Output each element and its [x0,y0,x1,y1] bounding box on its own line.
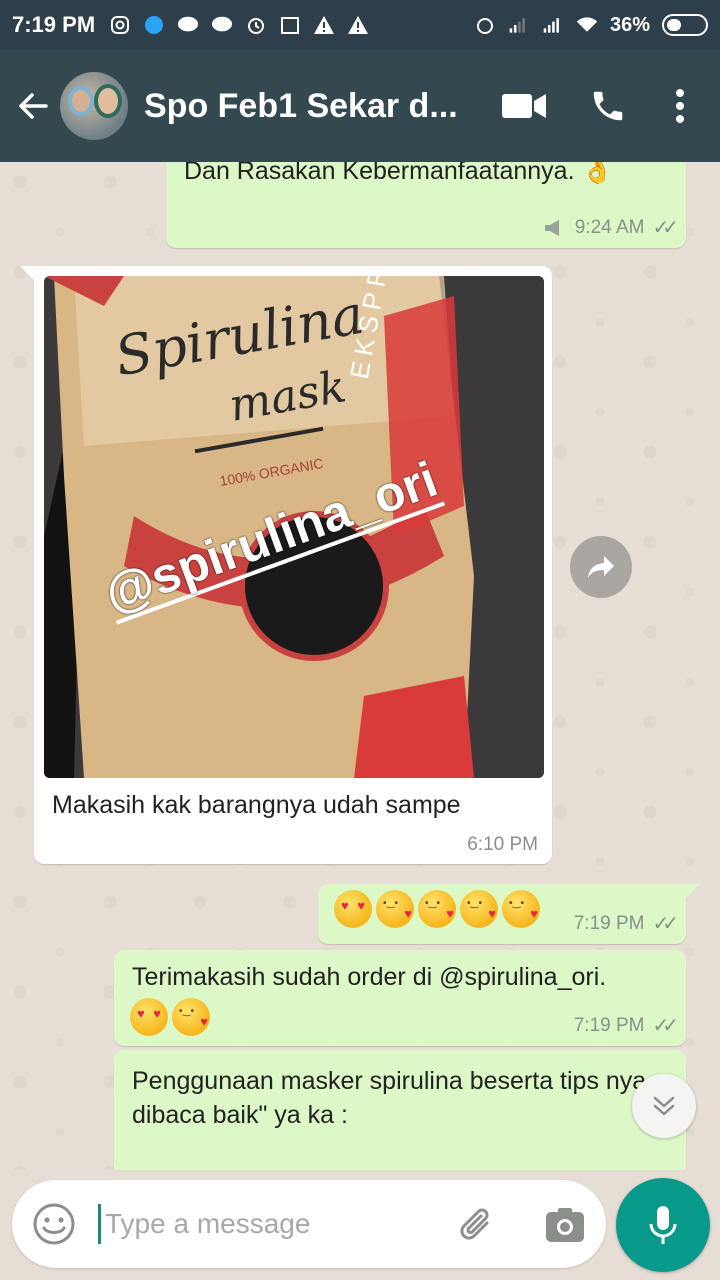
signal-icon [508,14,530,36]
message-time: 6:10 PM [467,834,538,855]
video-call-button[interactable] [482,71,566,141]
outgoing-emoji-message[interactable]: 7:19 PM ✓✓ [318,884,700,944]
heart-eyes-emoji-icon [130,998,168,1036]
incoming-photo-message[interactable]: Spirulina mask 100% ORGANIC EKSPRES @spi… [20,266,552,864]
read-ticks-icon: ✓✓ [652,1015,678,1037]
chat-area[interactable]: Dan Rasakan Kebermanfaatannya. 👌 9:24 AM… [0,162,720,1170]
compose-field [12,1180,606,1268]
message-input[interactable] [98,1204,438,1244]
warning-icon [313,14,335,36]
alarm-icon [474,14,496,36]
system-status: 36% [474,14,708,37]
smiley-icon [33,1203,75,1245]
message-text: Dan Rasakan Kebermanfaatannya. 👌 [184,162,613,185]
emoji-row [130,998,210,1036]
more-vertical-icon [676,89,684,123]
kissing-emoji-icon [376,890,414,928]
camera-icon [546,1208,584,1242]
microphone-icon [649,1206,677,1244]
back-button[interactable] [6,76,60,136]
alarm-icon [245,14,267,36]
compose-bar [0,1170,720,1280]
group-avatar[interactable] [60,72,128,140]
status-time: 7:19 PM [12,12,96,37]
battery-icon [662,14,708,36]
messenger-icon [143,14,165,36]
voice-record-button[interactable] [616,1178,710,1272]
message-time: 7:19 PM [573,1014,645,1036]
paperclip-icon [460,1208,489,1240]
broadcast-icon [544,219,559,236]
line-icon [211,14,233,36]
product-photo[interactable]: Spirulina mask 100% ORGANIC EKSPRES @spi… [44,276,544,778]
message-meta: 9:24 AM ✓✓ [543,215,679,240]
message-time: 7:19 PM [573,912,645,934]
wifi-icon [576,14,598,36]
message-meta: 7:19 PM ✓✓ [573,911,679,936]
video-camera-icon [502,94,546,118]
message-text: Penggunaan masker spirulina beserta tips… [132,1067,647,1129]
outgoing-message[interactable]: Penggunaan masker spirulina beserta tips… [114,1050,686,1170]
emoji-button[interactable] [32,1202,76,1246]
message-meta: 6:10 PM [467,834,538,856]
emoji-row [334,890,540,928]
outgoing-message[interactable]: Terimakasih sudah order di @spirulina_or… [114,950,686,1046]
read-ticks-icon: ✓✓ [652,217,678,239]
chat-header: Spo Feb1 Sekar d... [0,50,720,162]
message-meta: 7:19 PM ✓✓ [573,1013,679,1038]
status-bar: 7:19 PM 36% [0,0,720,50]
notification-icons [109,14,369,36]
message-time: 9:24 AM [574,216,645,238]
camera-button[interactable] [540,1200,590,1250]
warning-icon [347,14,369,36]
heart-eyes-emoji-icon [334,890,372,928]
scroll-to-bottom-button[interactable] [632,1074,696,1138]
photo-caption: Makasih kak barangnya udah sampe [52,791,461,819]
more-options-button[interactable] [650,71,710,141]
phone-icon [593,91,623,121]
back-arrow-icon [19,93,48,119]
message-text: Terimakasih sudah order di @spirulina_or… [132,963,607,991]
line-icon [177,14,199,36]
signal-icon [542,14,564,36]
battery-level: 36% [609,13,650,36]
calendar-icon [279,14,301,36]
forward-icon [588,556,614,578]
forward-button[interactable] [570,536,632,598]
outgoing-message[interactable]: Dan Rasakan Kebermanfaatannya. 👌 9:24 AM… [166,162,686,248]
double-chevron-down-icon [653,1096,675,1116]
kissing-emoji-icon [460,890,498,928]
kissing-emoji-icon [502,890,540,928]
attach-button[interactable] [452,1200,502,1250]
chat-title[interactable]: Spo Feb1 Sekar d... [144,87,482,126]
read-ticks-icon: ✓✓ [652,913,678,935]
voice-call-button[interactable] [566,71,650,141]
kissing-emoji-icon [418,890,456,928]
instagram-icon [109,14,131,36]
kissing-emoji-icon [172,998,210,1036]
